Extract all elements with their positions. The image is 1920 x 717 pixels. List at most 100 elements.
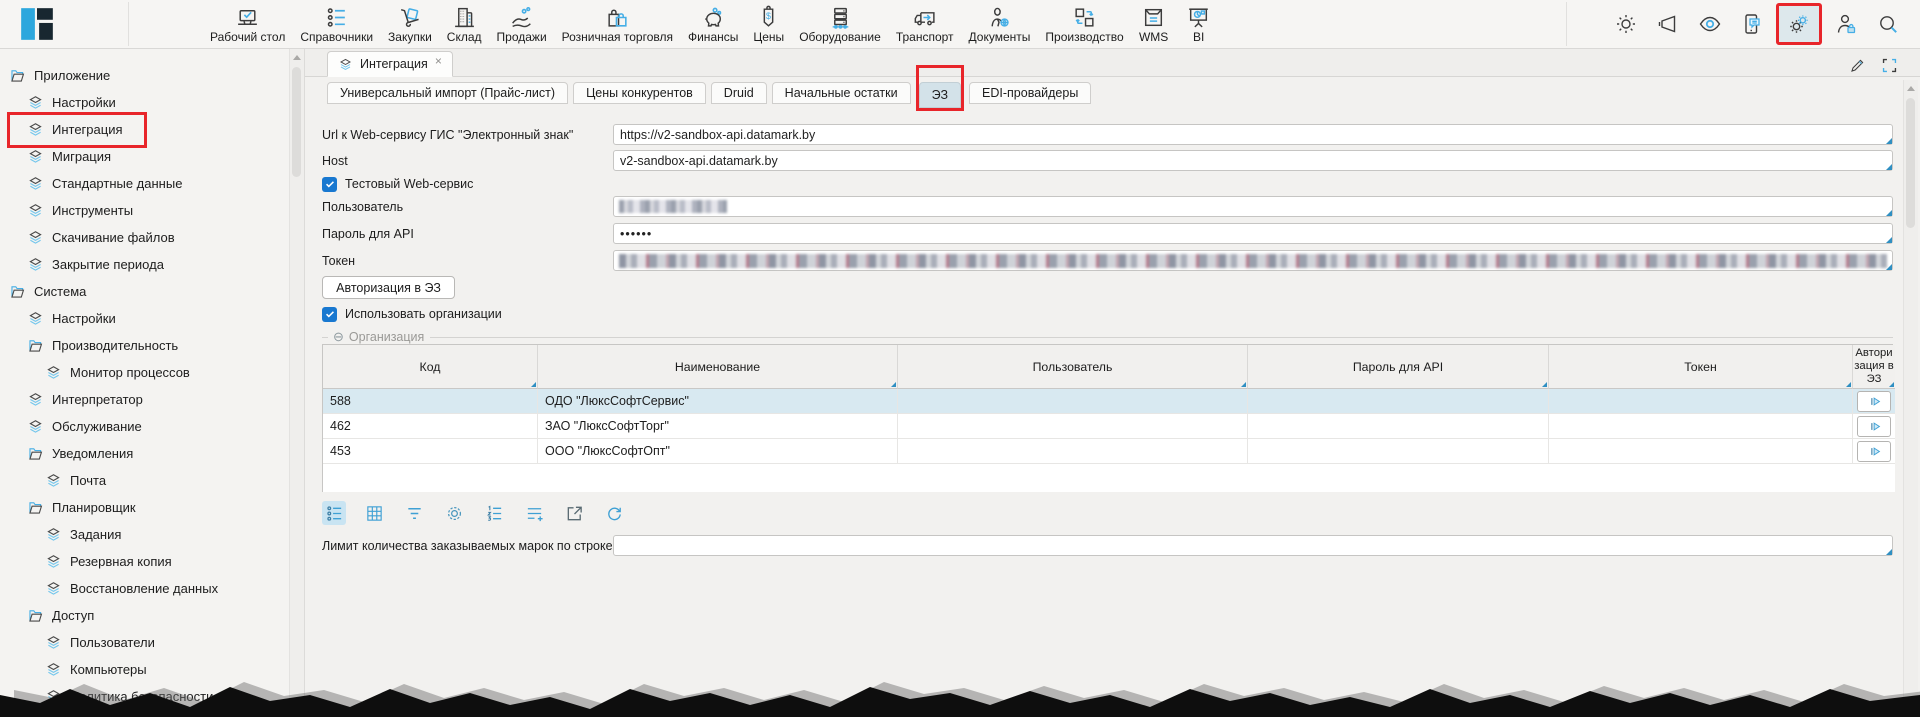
sidebar-item-proizvoditelnost[interactable]: Производительность <box>0 332 289 359</box>
list-view-button[interactable] <box>322 501 346 525</box>
close-icon[interactable]: × <box>435 54 442 68</box>
column-header-name[interactable]: Наименование <box>538 345 898 389</box>
module-production[interactable]: Производство <box>1045 5 1123 44</box>
api-password-input[interactable] <box>613 223 1893 244</box>
column-header-authorize[interactable]: Авторизация в ЭЗ <box>1853 345 1895 389</box>
row-authorize-button[interactable] <box>1857 441 1891 462</box>
module-finance[interactable]: Финансы <box>688 5 738 44</box>
url-input[interactable] <box>613 124 1893 145</box>
subtab-tseny-konkurentov[interactable]: Цены конкурентов <box>573 82 706 104</box>
sidebar-item-prilozhenie[interactable]: Приложение <box>0 62 289 89</box>
add-row-button[interactable] <box>522 501 546 525</box>
cell-password[interactable] <box>1248 439 1549 464</box>
module-sales[interactable]: Продажи <box>497 5 547 44</box>
sidebar-item-zakrytie-perioda[interactable]: Закрытие периода <box>0 251 289 278</box>
feedback-button[interactable] <box>1734 6 1770 42</box>
subtab-druid[interactable]: Druid <box>711 82 767 104</box>
subtab-nachalnye-ostatki[interactable]: Начальные остатки <box>772 82 911 104</box>
sidebar-item-vosstanovlenie-dannykh[interactable]: Восстановление данных <box>0 575 289 602</box>
cell-password[interactable] <box>1248 389 1549 414</box>
theme-button[interactable] <box>1608 6 1644 42</box>
content-scrollbar[interactable] <box>1903 80 1918 717</box>
module-bi[interactable]: BI <box>1184 5 1214 44</box>
cell-code[interactable]: 453 <box>323 439 538 464</box>
module-procurement[interactable]: Закупки <box>388 5 432 44</box>
module-prices[interactable]: Цены <box>753 5 784 44</box>
module-desktop[interactable]: Рабочий стол <box>210 5 285 44</box>
sidebar-item-obsluzhivanie[interactable]: Обслуживание <box>0 413 289 440</box>
sidebar-item-rezervnaya-kopiya[interactable]: Резервная копия <box>0 548 289 575</box>
cell-user[interactable] <box>898 439 1248 464</box>
sidebar-item-nastroyki-sistema[interactable]: Настройки <box>0 305 289 332</box>
grid-view-button[interactable] <box>362 501 386 525</box>
refresh-button[interactable] <box>602 501 626 525</box>
tab-integratsiya[interactable]: Интеграция × <box>327 51 453 77</box>
cell-name[interactable]: ОДО "ЛюксСофтСервис" <box>538 389 898 414</box>
sidebar-item-politika-bezopasnosti[interactable]: Политика безопасности <box>0 683 289 710</box>
cell-name[interactable]: ООО "ЛюксСофтОпт" <box>538 439 898 464</box>
cell-token[interactable] <box>1549 439 1853 464</box>
limit-input[interactable] <box>613 535 1893 556</box>
numbered-list-button[interactable] <box>482 501 506 525</box>
filter-button[interactable] <box>402 501 426 525</box>
column-header-user[interactable]: Пользователь <box>898 345 1248 389</box>
module-documents[interactable]: Документы <box>969 5 1031 44</box>
column-header-code[interactable]: Код <box>323 345 538 389</box>
module-retail[interactable]: Розничная торговля <box>562 5 673 44</box>
module-equipment[interactable]: Оборудование <box>799 5 881 44</box>
settings-gears-button[interactable] <box>1776 3 1822 45</box>
column-header-token[interactable]: Токен <box>1549 345 1853 389</box>
cell-token[interactable] <box>1549 414 1853 439</box>
sidebar-item-interpretator[interactable]: Интерпретатор <box>0 386 289 413</box>
sidebar-item-monitor-protsessov[interactable]: Монитор процессов <box>0 359 289 386</box>
user-lock-button[interactable] <box>1828 6 1864 42</box>
sidebar-item-pochta[interactable]: Почта <box>0 467 289 494</box>
sidebar-item-migratsiya[interactable]: Миграция <box>0 143 289 170</box>
module-warehouse[interactable]: Склад <box>447 5 482 44</box>
collapse-icon[interactable]: ⊖ <box>333 329 344 345</box>
subtab-universal-import[interactable]: Универсальный импорт (Прайс-лист) <box>327 82 568 104</box>
cell-user[interactable] <box>898 414 1248 439</box>
scrollbar-thumb[interactable] <box>1906 98 1915 228</box>
token-input[interactable] <box>613 250 1893 271</box>
cell-code[interactable]: 588 <box>323 389 538 414</box>
sidebar-item-standartnye-dannye[interactable]: Стандартные данные <box>0 170 289 197</box>
row-authorize-button[interactable] <box>1857 391 1891 412</box>
sidebar-item-sistema[interactable]: Система <box>0 278 289 305</box>
sidebar-item-integratsiya[interactable]: Интеграция <box>0 116 289 143</box>
search-button[interactable] <box>1870 6 1906 42</box>
eye-button[interactable] <box>1692 6 1728 42</box>
edit-pencil-icon[interactable] <box>1849 57 1866 74</box>
sidebar-item-skachivanie-faylov[interactable]: Скачивание файлов <box>0 224 289 251</box>
sidebar-item-nastroyki[interactable]: Настройки <box>0 89 289 116</box>
table-settings-button[interactable] <box>442 501 466 525</box>
scrollbar-thumb[interactable] <box>292 67 301 177</box>
authorize-ez-button[interactable]: Авторизация в ЭЗ <box>322 276 455 299</box>
row-authorize-button[interactable] <box>1857 416 1891 437</box>
scroll-up-arrow-icon[interactable] <box>1907 86 1915 91</box>
sidebar-item-uvedomleniya[interactable]: Уведомления <box>0 440 289 467</box>
scroll-up-arrow-icon[interactable] <box>293 55 301 60</box>
host-input[interactable] <box>613 150 1893 171</box>
subtab-edi-providery[interactable]: EDI-провайдеры <box>969 82 1091 104</box>
use-organizations-checkbox[interactable] <box>322 307 337 322</box>
flag-button[interactable] <box>1650 6 1686 42</box>
sidebar-item-kompyutery[interactable]: Компьютеры <box>0 656 289 683</box>
cell-token[interactable] <box>1549 389 1853 414</box>
sidebar-item-instrumenty[interactable]: Инструменты <box>0 197 289 224</box>
sidebar-item-zadaniya[interactable]: Задания <box>0 521 289 548</box>
cell-password[interactable] <box>1248 414 1549 439</box>
module-directories[interactable]: Справочники <box>300 5 373 44</box>
cell-name[interactable]: ЗАО "ЛюксСофтТорг" <box>538 414 898 439</box>
sidebar-item-planirovschik[interactable]: Планировщик <box>0 494 289 521</box>
open-in-new-button[interactable] <box>562 501 586 525</box>
subtab-ez[interactable]: ЭЗ <box>919 82 961 108</box>
fullscreen-icon[interactable] <box>1881 57 1898 74</box>
cell-user[interactable] <box>898 389 1248 414</box>
sidebar-item-dostup[interactable]: Доступ <box>0 602 289 629</box>
sidebar-item-partial[interactable] <box>0 710 289 717</box>
sidebar-item-polzovateli[interactable]: Пользователи <box>0 629 289 656</box>
column-header-api-password[interactable]: Пароль для API <box>1248 345 1549 389</box>
test-webservice-checkbox[interactable] <box>322 177 337 192</box>
module-wms[interactable]: WMS <box>1139 5 1169 44</box>
